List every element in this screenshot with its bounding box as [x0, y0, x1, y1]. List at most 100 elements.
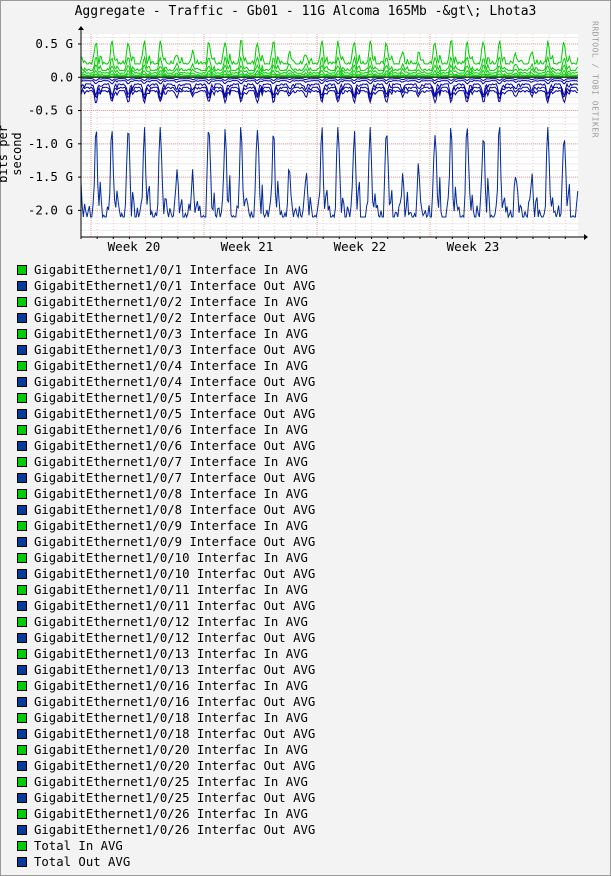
legend-label: GigabitEthernet1/0/25 Interfac Out AVG: [34, 791, 316, 805]
legend-item: GigabitEthernet1/0/2 Interface In AVG: [17, 294, 315, 310]
legend-label: GigabitEthernet1/0/13 Interfac Out AVG: [34, 663, 316, 677]
legend-label: GigabitEthernet1/0/26 Interfac In AVG: [34, 807, 308, 821]
y-axis-arrow: [78, 26, 84, 30]
legend-label: GigabitEthernet1/0/20 Interfac Out AVG: [34, 759, 316, 773]
legend-label: Total In AVG: [34, 839, 123, 853]
legend-item: GigabitEthernet1/0/3 Interface Out AVG: [17, 342, 315, 358]
y-tick-label: -1.5 G: [28, 169, 73, 184]
legend-label: GigabitEthernet1/0/6 Interface Out AVG: [34, 439, 316, 453]
x-tick-label: Week 22: [334, 239, 387, 254]
legend-item: GigabitEthernet1/0/6 Interface Out AVG: [17, 438, 315, 454]
legend-item: GigabitEthernet1/0/4 Interface In AVG: [17, 358, 315, 374]
y-tick-label: 0.5 G: [35, 36, 73, 51]
legend-label: GigabitEthernet1/0/25 Interfac In AVG: [34, 775, 308, 789]
legend-swatch: [17, 409, 27, 419]
legend-swatch: [17, 393, 27, 403]
legend-label: GigabitEthernet1/0/5 Interface In AVG: [34, 391, 308, 405]
legend-label: GigabitEthernet1/0/8 Interface In AVG: [34, 487, 308, 501]
legend-label: GigabitEthernet1/0/9 Interface Out AVG: [34, 535, 316, 549]
legend-label: GigabitEthernet1/0/1 Interface In AVG: [34, 263, 308, 277]
legend-item: GigabitEthernet1/0/13 Interfac In AVG: [17, 646, 315, 662]
legend-label: GigabitEthernet1/0/11 Interfac Out AVG: [34, 599, 316, 613]
legend-item: GigabitEthernet1/0/11 Interfac In AVG: [17, 582, 315, 598]
x-tick-label: Week 23: [447, 239, 500, 254]
legend-label: GigabitEthernet1/0/10 Interfac In AVG: [34, 551, 308, 565]
legend-label: GigabitEthernet1/0/10 Interfac Out AVG: [34, 567, 316, 581]
legend-swatch: [17, 425, 27, 435]
legend-label: GigabitEthernet1/0/2 Interface In AVG: [34, 295, 308, 309]
legend-item: GigabitEthernet1/0/11 Interfac Out AVG: [17, 598, 315, 614]
legend-item: GigabitEthernet1/0/26 Interfac In AVG: [17, 806, 315, 822]
y-tick-label: -0.5 G: [28, 103, 73, 118]
legend-swatch: [17, 521, 27, 531]
legend-item: GigabitEthernet1/0/8 Interface Out AVG: [17, 502, 315, 518]
legend-label: GigabitEthernet1/0/7 Interface In AVG: [34, 455, 308, 469]
legend-item: GigabitEthernet1/0/13 Interfac Out AVG: [17, 662, 315, 678]
legend-item: GigabitEthernet1/0/18 Interfac Out AVG: [17, 726, 315, 742]
legend-label: GigabitEthernet1/0/18 Interfac Out AVG: [34, 727, 316, 741]
legend-item: Total Out AVG: [17, 854, 315, 870]
legend-swatch: [17, 569, 27, 579]
legend-label: GigabitEthernet1/0/12 Interfac In AVG: [34, 615, 308, 629]
legend-swatch: [17, 505, 27, 515]
y-tick-label: 0.0: [50, 69, 73, 84]
legend-item: GigabitEthernet1/0/1 Interface Out AVG: [17, 278, 315, 294]
legend-item: GigabitEthernet1/0/12 Interfac Out AVG: [17, 630, 315, 646]
legend-swatch: [17, 345, 27, 355]
legend-swatch: [17, 585, 27, 595]
legend-swatch: [17, 617, 27, 627]
legend-swatch: [17, 313, 27, 323]
legend-item: GigabitEthernet1/0/16 Interfac In AVG: [17, 678, 315, 694]
legend-swatch: [17, 761, 27, 771]
legend-swatch: [17, 745, 27, 755]
legend-swatch: [17, 265, 27, 275]
legend: GigabitEthernet1/0/1 Interface In AVG Gig…: [17, 262, 315, 870]
legend-label: GigabitEthernet1/0/26 Interfac Out AVG: [34, 823, 316, 837]
legend-swatch: [17, 793, 27, 803]
legend-swatch: [17, 809, 27, 819]
legend-item: GigabitEthernet1/0/7 Interface In AVG: [17, 454, 315, 470]
legend-item: GigabitEthernet1/0/5 Interface Out AVG: [17, 406, 315, 422]
legend-label: Total Out AVG: [34, 855, 131, 869]
legend-swatch: [17, 457, 27, 467]
legend-item: GigabitEthernet1/0/6 Interface In AVG: [17, 422, 315, 438]
legend-item: GigabitEthernet1/0/7 Interface Out AVG: [17, 470, 315, 486]
legend-swatch: [17, 713, 27, 723]
legend-item: GigabitEthernet1/0/4 Interface Out AVG: [17, 374, 315, 390]
legend-item: GigabitEthernet1/0/18 Interfac In AVG: [17, 710, 315, 726]
legend-swatch: [17, 281, 27, 291]
legend-swatch: [17, 841, 27, 851]
legend-label: GigabitEthernet1/0/5 Interface Out AVG: [34, 407, 316, 421]
legend-item: GigabitEthernet1/0/10 Interfac In AVG: [17, 550, 315, 566]
legend-label: GigabitEthernet1/0/9 Interface In AVG: [34, 519, 308, 533]
legend-item: GigabitEthernet1/0/12 Interfac In AVG: [17, 614, 315, 630]
legend-label: GigabitEthernet1/0/1 Interface Out AVG: [34, 279, 316, 293]
legend-item: GigabitEthernet1/0/1 Interface In AVG: [17, 262, 315, 278]
legend-swatch: [17, 489, 27, 499]
legend-swatch: [17, 681, 27, 691]
legend-label: GigabitEthernet1/0/11 Interfac In AVG: [34, 583, 308, 597]
legend-swatch: [17, 633, 27, 643]
legend-label: GigabitEthernet1/0/4 Interface Out AVG: [34, 375, 316, 389]
legend-swatch: [17, 377, 27, 387]
legend-label: GigabitEthernet1/0/3 Interface Out AVG: [34, 343, 316, 357]
legend-label: GigabitEthernet1/0/7 Interface Out AVG: [34, 471, 316, 485]
legend-label: GigabitEthernet1/0/16 Interfac In AVG: [34, 679, 308, 693]
legend-swatch: [17, 649, 27, 659]
x-axis-arrow: [584, 234, 588, 240]
legend-swatch: [17, 537, 27, 547]
plot-area: 0.5 G 0.0 -0.5 G -1.0 G -1.5 G -2.0 G Week 20 W…: [28, 26, 588, 254]
legend-label: GigabitEthernet1/0/12 Interfac Out AVG: [34, 631, 316, 645]
legend-item: GigabitEthernet1/0/25 Interfac In AVG: [17, 774, 315, 790]
legend-item: GigabitEthernet1/0/10 Interfac Out AVG: [17, 566, 315, 582]
x-tick-label: Week 21: [221, 239, 274, 254]
legend-label: GigabitEthernet1/0/18 Interfac In AVG: [34, 711, 308, 725]
legend-label: GigabitEthernet1/0/16 Interfac Out AVG: [34, 695, 316, 709]
legend-item: GigabitEthernet1/0/3 Interface In AVG: [17, 326, 315, 342]
legend-item: GigabitEthernet1/0/16 Interfac Out AVG: [17, 694, 315, 710]
legend-label: GigabitEthernet1/0/2 Interface Out AVG: [34, 311, 316, 325]
legend-label: GigabitEthernet1/0/4 Interface In AVG: [34, 359, 308, 373]
y-tick-label: -2.0 G: [28, 202, 73, 217]
legend-item: GigabitEthernet1/0/26 Interfac Out AVG: [17, 822, 315, 838]
legend-label: GigabitEthernet1/0/6 Interface In AVG: [34, 423, 308, 437]
